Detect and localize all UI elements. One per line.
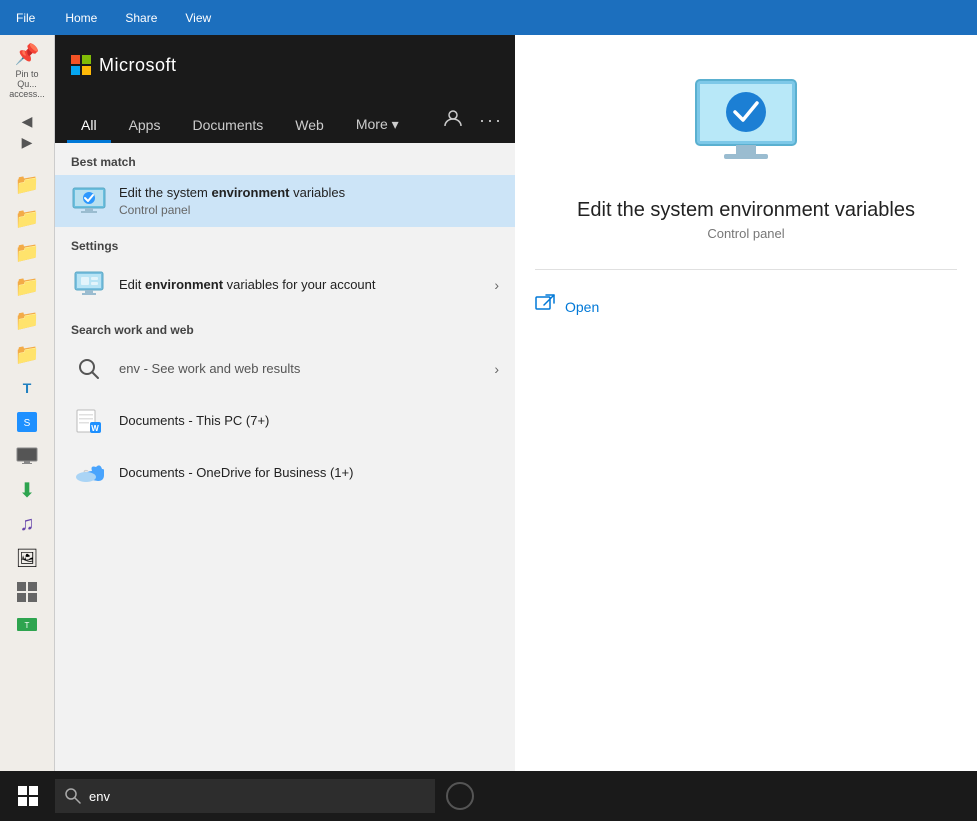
right-panel-main: Edit the system environment variables Co… — [515, 35, 977, 821]
svg-text:W: W — [91, 424, 99, 433]
web-search-title: env - See work and web results — [119, 361, 494, 378]
taskbar-search-icon — [65, 788, 81, 804]
explorer-topbar: File Home Share View — [0, 0, 977, 35]
explorer-menu-tabs: Home Share View — [51, 0, 225, 35]
documents-pc-text: Documents - This PC (7+) — [119, 413, 499, 430]
web-search-text: env - See work and web results — [119, 361, 494, 378]
best-match-item[interactable]: Edit the system environment variables Co… — [55, 175, 515, 227]
app-icon-large — [686, 75, 806, 175]
ellipsis-icon[interactable]: ··· — [479, 110, 503, 131]
svg-text:T: T — [25, 621, 30, 630]
sidebar-download-icon[interactable]: ⬇ — [7, 475, 47, 505]
explorer-home-tab[interactable]: Home — [51, 0, 111, 35]
documents-pc-item[interactable]: W Documents - This PC (7+) — [55, 395, 515, 447]
ms-logo: Microsoft — [71, 55, 177, 76]
sidebar-pin: 📌 Pin to Qu... access... — [7, 45, 47, 95]
settings-item[interactable]: Edit environment variables for your acco… — [55, 259, 515, 311]
app-category: Control panel — [707, 226, 784, 241]
sidebar-app-bottom[interactable]: T — [7, 611, 47, 641]
web-arrow-icon: › — [494, 361, 499, 377]
cortana-button[interactable] — [435, 771, 485, 821]
tab-more-label: More ▾ — [356, 116, 399, 132]
documents-pc-icon: W — [71, 403, 107, 439]
open-action[interactable]: Open — [535, 286, 957, 327]
settings-item-title: Edit environment variables for your acco… — [119, 277, 494, 294]
tab-apps[interactable]: Apps — [115, 107, 175, 143]
svg-text:S: S — [24, 418, 31, 429]
nav-tabs: All Apps Documents Web More ▾ — [55, 95, 515, 143]
documents-onedrive-text: Documents - OneDrive for Business (1+) — [119, 465, 499, 482]
open-icon — [535, 294, 555, 319]
documents-pc-title: Documents - This PC (7+) — [119, 413, 499, 430]
explorer-file-tab[interactable]: File — [0, 0, 51, 35]
ms-logo-blue — [71, 66, 80, 75]
sidebar-item-t[interactable]: T — [7, 373, 47, 403]
explorer-sidebar: 📌 Pin to Qu... access... ◀ ▶ 📁 📁 📁 📁 📁 📁… — [0, 35, 55, 821]
open-label: Open — [565, 299, 599, 315]
file-tab-label: File — [16, 11, 35, 25]
settings-item-text: Edit environment variables for your acco… — [119, 277, 494, 294]
search-results: Best match Edit the system environment v… — [55, 143, 515, 499]
best-match-text: Edit the system environment variables Co… — [119, 185, 499, 217]
sidebar-grid-icon[interactable] — [7, 577, 47, 607]
sidebar-app-monitor[interactable] — [7, 441, 47, 471]
sidebar-music-icon[interactable]: ♫ — [7, 509, 47, 539]
documents-onedrive-item[interactable]: Documents - OneDrive for Business (1+) — [55, 447, 515, 499]
taskbar-search-box[interactable]: env — [55, 779, 435, 813]
taskbar: env — [0, 771, 977, 821]
explorer-share-tab[interactable]: Share — [111, 0, 171, 35]
ms-logo-green — [82, 55, 91, 64]
web-search-icon — [71, 351, 107, 387]
sidebar-folder-4[interactable]: 📁 — [7, 271, 47, 301]
best-match-label: Best match — [55, 143, 515, 175]
search-overlay: Microsoft All Apps Documents Web More ▾ — [55, 35, 515, 821]
ms-brand-text: Microsoft — [99, 55, 177, 76]
microsoft-bar: Microsoft — [55, 35, 515, 95]
tab-web[interactable]: Web — [281, 107, 338, 143]
sidebar-image-icon[interactable]: 🖼 — [7, 543, 47, 573]
settings-label: Settings — [55, 227, 515, 259]
right-panel: Edit the system environment variables Co… — [515, 35, 977, 821]
ms-logo-yellow — [82, 66, 91, 75]
web-search-item[interactable]: env - See work and web results › — [55, 343, 515, 395]
taskbar-search-text[interactable]: env — [89, 789, 425, 804]
documents-onedrive-icon — [71, 455, 107, 491]
sidebar-folder-6[interactable]: 📁 — [7, 339, 47, 369]
nav-forward-button[interactable]: ▶ — [22, 134, 33, 151]
sidebar-folder-3[interactable]: 📁 — [7, 237, 47, 267]
documents-onedrive-title: Documents - OneDrive for Business (1+) — [119, 465, 499, 482]
best-match-subtitle: Control panel — [119, 203, 499, 217]
sidebar-folder-5[interactable]: 📁 — [7, 305, 47, 335]
tab-more[interactable]: More ▾ — [342, 106, 413, 143]
action-divider — [535, 269, 957, 270]
tab-documents[interactable]: Documents — [178, 107, 277, 143]
ms-logo-grid — [71, 55, 91, 75]
app-name: Edit the system environment variables — [577, 199, 915, 222]
search-web-label: Search work and web — [55, 311, 515, 343]
nav-tabs-right: ··· — [443, 108, 503, 143]
ms-logo-red — [71, 55, 80, 64]
start-button[interactable] — [0, 771, 55, 821]
best-match-icon — [71, 183, 107, 219]
person-icon[interactable] — [443, 108, 463, 133]
settings-item-icon — [71, 267, 107, 303]
explorer-view-tab[interactable]: View — [171, 0, 225, 35]
best-match-title: Edit the system environment variables — [119, 185, 499, 202]
sidebar-folder-1[interactable]: 📁 — [7, 169, 47, 199]
nav-back-button[interactable]: ◀ — [22, 113, 33, 130]
settings-arrow-icon: › — [494, 277, 499, 293]
nav-tabs-left: All Apps Documents Web More ▾ — [67, 106, 413, 143]
tab-all[interactable]: All — [67, 107, 111, 143]
cortana-circle — [446, 782, 474, 810]
sidebar-app-blue[interactable]: S — [7, 407, 47, 437]
sidebar-folder-2[interactable]: 📁 — [7, 203, 47, 233]
